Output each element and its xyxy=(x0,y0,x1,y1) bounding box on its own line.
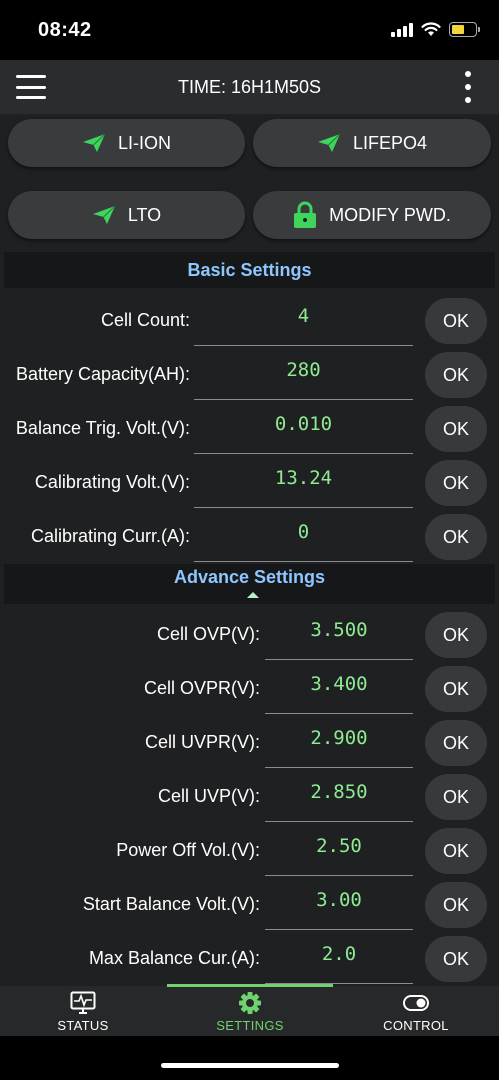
cell-uvp-input[interactable]: 2.850 xyxy=(265,772,413,822)
ok-button[interactable]: OK xyxy=(425,406,487,452)
setting-label: Balance Trig. Volt.(V): xyxy=(15,418,190,438)
setting-row-start-balance-volt: Start Balance Volt.(V): 3.00 OK xyxy=(4,878,495,932)
setting-row-cell-uvp: Cell UVP(V): 2.850 OK xyxy=(4,770,495,824)
tab-label: STATUS xyxy=(57,1018,109,1033)
setting-label: Cell Count: xyxy=(100,310,190,330)
setting-label: Cell UVP(V): xyxy=(157,786,260,806)
max-balance-cur-input[interactable]: 2.0 xyxy=(265,934,413,984)
setting-label: Power Off Vol.(V): xyxy=(116,840,260,860)
plane-icon xyxy=(317,133,341,152)
header-title: TIME: 16H1M50S xyxy=(177,77,322,97)
cell-ovpr-input[interactable]: 3.400 xyxy=(265,664,413,714)
advance-settings-header[interactable]: Advance Settings xyxy=(4,564,495,604)
status-bar: 08:42 xyxy=(0,0,499,60)
bottom-nav: STATUS SETTINGS CONTROL xyxy=(0,984,499,1036)
collapse-arrow-icon xyxy=(247,592,259,598)
cell-ovp-input[interactable]: 3.500 xyxy=(265,610,413,660)
ok-button[interactable]: OK xyxy=(425,936,487,982)
more-options-icon[interactable] xyxy=(463,71,473,103)
ok-button[interactable]: OK xyxy=(425,882,487,928)
lock-icon xyxy=(294,201,317,228)
balance-trig-volt-input[interactable]: 0.010 xyxy=(194,404,413,454)
setting-label: Cell UVPR(V): xyxy=(144,732,260,752)
section-title: Basic Settings xyxy=(187,260,312,280)
settings-content: LI-ION LIFEPO4 LTO MODIFY PWD. Basic Set… xyxy=(0,114,499,986)
calibrating-curr-input[interactable]: 0 xyxy=(194,512,413,562)
setting-row-calibrating-curr: Calibrating Curr.(A): 0 OK xyxy=(4,510,495,564)
cell-uvpr-input[interactable]: 2.900 xyxy=(265,718,413,768)
ok-button[interactable]: OK xyxy=(425,352,487,398)
setting-row-cell-uvpr: Cell UVPR(V): 2.900 OK xyxy=(4,716,495,770)
app-header: TIME: 16H1M50S xyxy=(0,60,499,114)
setting-label: Battery Capacity(AH): xyxy=(15,364,190,384)
setting-label: Start Balance Volt.(V): xyxy=(82,894,260,914)
battery-capacity-input[interactable]: 280 xyxy=(194,350,413,400)
monitor-icon xyxy=(70,991,96,1014)
calibrating-volt-input[interactable]: 13.24 xyxy=(194,458,413,508)
ok-button[interactable]: OK xyxy=(425,514,487,560)
ok-button[interactable]: OK xyxy=(425,774,487,820)
preset-label: LIFEPO4 xyxy=(352,132,428,153)
setting-label: Max Balance Cur.(A): xyxy=(88,948,260,968)
plane-icon xyxy=(92,205,116,224)
setting-row-balance-trig-volt: Balance Trig. Volt.(V): 0.010 OK xyxy=(4,402,495,456)
ok-button[interactable]: OK xyxy=(425,720,487,766)
tab-label: CONTROL xyxy=(383,1018,449,1033)
tab-control[interactable]: CONTROL xyxy=(333,986,499,1036)
setting-label: Calibrating Volt.(V): xyxy=(34,472,190,492)
setting-row-cell-count: Cell Count: 4 OK xyxy=(4,294,495,348)
ok-button[interactable]: OK xyxy=(425,828,487,874)
setting-row-max-balance-cur: Max Balance Cur.(A): 2.0 OK xyxy=(4,932,495,986)
gear-icon xyxy=(239,992,261,1014)
cellular-signal-icon xyxy=(391,22,413,37)
preset-lifepo4-button[interactable]: LIFEPO4 xyxy=(253,119,491,167)
basic-settings-header: Basic Settings xyxy=(4,252,495,288)
plane-icon xyxy=(82,133,106,152)
ok-button[interactable]: OK xyxy=(425,612,487,658)
status-time: 08:42 xyxy=(38,19,92,41)
ok-button[interactable]: OK xyxy=(425,460,487,506)
ok-button[interactable]: OK xyxy=(425,666,487,712)
preset-label: LTO xyxy=(127,204,162,225)
setting-row-calibrating-volt: Calibrating Volt.(V): 13.24 OK xyxy=(4,456,495,510)
preset-label: MODIFY PWD. xyxy=(329,204,451,225)
tab-label: SETTINGS xyxy=(216,1018,284,1033)
setting-label: Cell OVPR(V): xyxy=(143,678,260,698)
section-title: Advance Settings xyxy=(173,567,326,587)
home-indicator[interactable] xyxy=(161,1063,339,1068)
setting-label: Cell OVP(V): xyxy=(156,624,260,644)
setting-row-cell-ovpr: Cell OVPR(V): 3.400 OK xyxy=(4,662,495,716)
status-icons xyxy=(391,22,480,37)
modify-password-button[interactable]: MODIFY PWD. xyxy=(253,191,491,239)
cell-count-input[interactable]: 4 xyxy=(194,296,413,346)
toggle-icon xyxy=(403,995,429,1011)
setting-row-battery-capacity: Battery Capacity(AH): 280 OK xyxy=(4,348,495,402)
ok-button[interactable]: OK xyxy=(425,298,487,344)
wifi-icon xyxy=(421,22,441,36)
setting-label: Calibrating Curr.(A): xyxy=(30,526,190,546)
preset-li-ion-button[interactable]: LI-ION xyxy=(8,119,245,167)
preset-lto-button[interactable]: LTO xyxy=(8,191,245,239)
tab-settings[interactable]: SETTINGS xyxy=(167,986,333,1036)
home-area xyxy=(0,1036,499,1080)
preset-label: LI-ION xyxy=(117,132,171,153)
tab-status[interactable]: STATUS xyxy=(0,986,166,1036)
power-off-vol-input[interactable]: 2.50 xyxy=(265,826,413,876)
start-balance-volt-input[interactable]: 3.00 xyxy=(265,880,413,930)
setting-row-cell-ovp: Cell OVP(V): 3.500 OK xyxy=(4,608,495,662)
battery-icon xyxy=(449,22,480,37)
setting-row-power-off-vol: Power Off Vol.(V): 2.50 OK xyxy=(4,824,495,878)
